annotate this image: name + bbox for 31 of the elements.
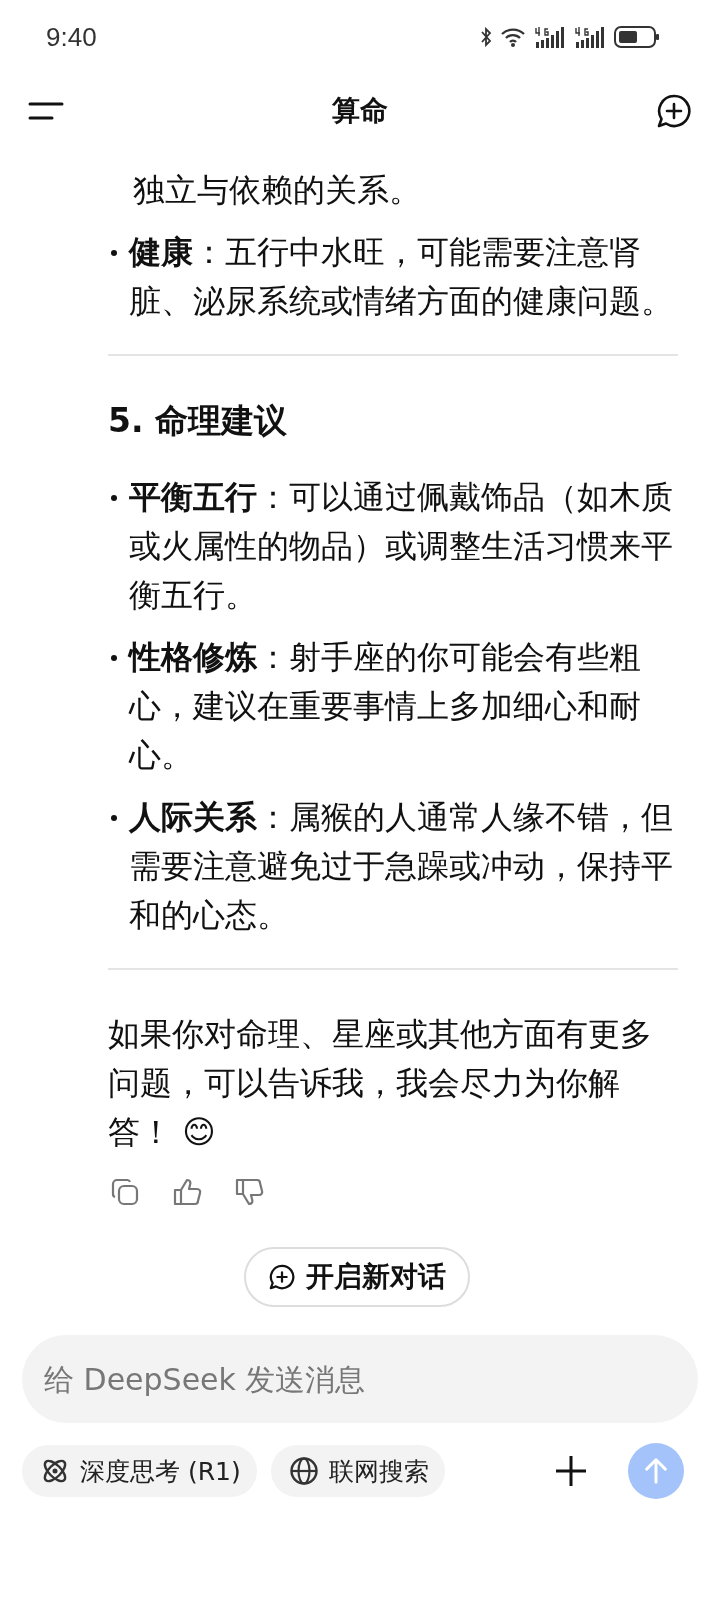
menu-icon[interactable] (28, 100, 64, 122)
web-search-toggle[interactable]: 联网搜索 (270, 1445, 445, 1497)
deep-think-toggle[interactable]: 深度思考 (R1) (22, 1445, 257, 1497)
bullet-icon (111, 815, 117, 821)
wifi-icon (500, 27, 526, 47)
bluetooth-icon (480, 27, 492, 47)
signal-icon (574, 26, 606, 48)
answer-text: 平衡五行：可以通过佩戴饰品（如木质或火属性的物品）或调整生活习惯来平衡五行。 (129, 477, 674, 616)
new-chat-icon[interactable] (656, 93, 692, 129)
arrow-up-icon (642, 1457, 670, 1485)
thumbs-down-icon[interactable] (234, 1177, 264, 1207)
plus-icon[interactable] (554, 1454, 588, 1488)
chat-title: 算命 (332, 93, 388, 129)
section-heading: 5. 命理建议 (108, 400, 288, 442)
status-time: 9:40 (46, 21, 97, 53)
bullet-icon (111, 250, 117, 256)
answer-text: 性格修炼：射手座的你可能会有些粗心，建议在重要事情上多加细心和耐心。 (129, 637, 642, 776)
copy-icon[interactable] (110, 1177, 140, 1207)
new-chat-icon (268, 1263, 296, 1291)
thumbs-up-icon[interactable] (172, 1177, 202, 1207)
message-input-field[interactable]: 给 DeepSeek 发送消息 (22, 1335, 698, 1423)
signal-icon (534, 26, 566, 48)
bullet-icon (111, 655, 117, 661)
answer-text: 人际关系：属猴的人通常人缘不错，但需要注意避免过于急躁或冲动，保持平和的心态。 (129, 797, 674, 936)
answer-text: 独立与依赖的关系。 (132, 170, 422, 211)
new-chat-button[interactable]: 开启新对话 (244, 1247, 470, 1307)
answer-text: 如果你对命理、星座或其他方面有更多问题，可以告诉我，我会尽力为你解答！ 😊 (108, 1014, 653, 1153)
answer-text: 健康：五行中水旺，可能需要注意肾脏、泌尿系统或情绪方面的健康问题。 (129, 232, 674, 322)
bullet-icon (111, 495, 117, 501)
globe-icon (288, 1456, 319, 1486)
battery-icon (614, 25, 660, 49)
